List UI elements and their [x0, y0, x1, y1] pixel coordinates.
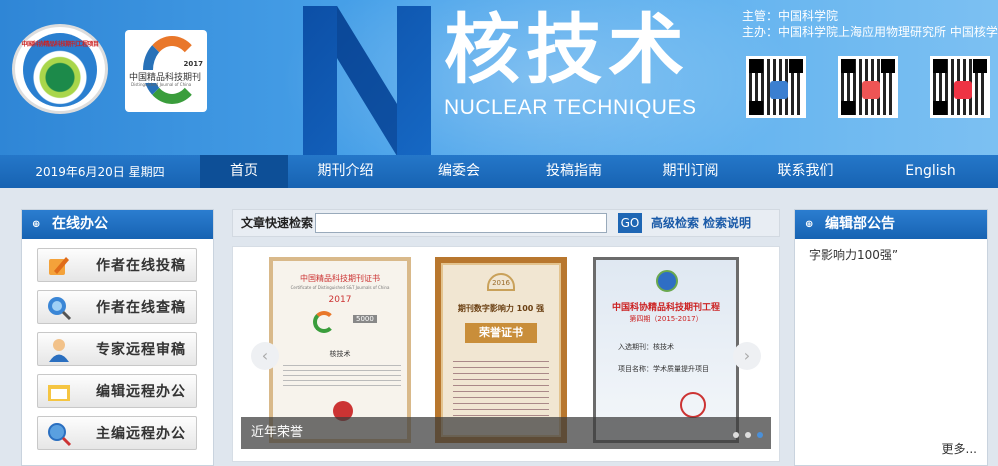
- nav-contact[interactable]: 联系我们: [748, 155, 863, 188]
- certificate-3: 中国科协精品科技期刊工程 第四期（2015-2017） 入选期刊：核技术 项目名…: [593, 257, 739, 443]
- notice-item[interactable]: 字影响力100强”: [809, 246, 898, 263]
- quick-search-bar: 文章快速检索 GO 高级检索 检索说明: [232, 209, 780, 237]
- expert-review-label: 专家远程审稿: [96, 342, 186, 358]
- cert2-body-text: [453, 361, 549, 421]
- notice-title: 编辑部公告: [825, 216, 895, 232]
- qr-badge-icon: [862, 81, 880, 99]
- search-globe-icon: [48, 297, 72, 321]
- slider-caption: 近年荣誉: [241, 417, 771, 449]
- arrow-icon: ⊕: [805, 219, 814, 230]
- online-office-title: 在线办公: [52, 216, 108, 232]
- nav-journal-intro[interactable]: 期刊介绍: [288, 155, 403, 188]
- honors-slider: 中国精品科技期刊证书 Certificate of Distinguished …: [232, 246, 780, 462]
- cert3-seal-icon: [680, 392, 706, 418]
- logo2-sub: Distinguished Journal of China: [131, 82, 192, 87]
- competent-authority: 主管：中国科学院: [742, 9, 839, 23]
- person-icon: [49, 339, 69, 362]
- search-input[interactable]: [315, 213, 607, 233]
- certificate-1: 中国精品科技期刊证书 Certificate of Distinguished …: [269, 257, 411, 443]
- author-query-button[interactable]: 作者在线查稿: [37, 290, 197, 324]
- header-banner: 中国科协精品科技期刊工程项目 2017 中国精品科技期刊 Distinguish…: [0, 0, 998, 155]
- logo2-year: 2017: [183, 60, 203, 68]
- notice-header: ⊕ 编辑部公告: [795, 210, 987, 239]
- certificate-2: 2016 期刊数字影响力 100 强 荣誉证书: [435, 257, 567, 443]
- cert2-year: 2016: [492, 279, 510, 287]
- slider-dot-1[interactable]: [733, 432, 739, 438]
- cert3-title: 中国科协精品科技期刊工程: [611, 303, 720, 313]
- cert1-year: 2017: [328, 295, 352, 305]
- author-query-label: 作者在线查稿: [96, 300, 186, 316]
- author-submit-label: 作者在线投稿: [96, 258, 186, 274]
- slider-next-button[interactable]: ›: [733, 342, 761, 370]
- qr-code-3-weibo: [930, 56, 990, 118]
- author-submit-button[interactable]: 作者在线投稿: [37, 248, 197, 282]
- pencil-icon: [49, 257, 69, 275]
- cert1-badge: 5000: [353, 315, 377, 323]
- search-go-button[interactable]: GO: [618, 213, 642, 233]
- cert2-honor: 荣誉证书: [465, 323, 537, 343]
- more-link[interactable]: 更多...: [942, 440, 977, 457]
- nav-editorial-board[interactable]: 编委会: [403, 155, 515, 188]
- cert2-title: 期刊数字影响力 100 强: [457, 304, 545, 313]
- search-help-link[interactable]: 检索说明: [703, 210, 751, 236]
- cert1-body-text: [283, 365, 401, 389]
- cert3-emblem-icon: [656, 270, 678, 292]
- logo1-text: 中国科协精品科技期刊工程项目: [21, 41, 99, 48]
- slider-prev-button[interactable]: ‹: [251, 342, 279, 370]
- cert1-sub: Certificate of Distinguished S&T Journal…: [290, 285, 390, 290]
- cert1-title: 中国精品科技期刊证书: [300, 274, 380, 283]
- sponsor-info: 主管：中国科学院 主办：中国科学院上海应用物理研究所 中国核学会: [742, 8, 998, 40]
- arrow-icon: ⊕: [32, 219, 41, 230]
- folder-icon: [48, 385, 70, 401]
- qr-code-2: [838, 56, 898, 118]
- page-root: 中国科协精品科技期刊工程项目 2017 中国精品科技期刊 Distinguish…: [0, 0, 998, 466]
- cert3-line1: 入选期刊：核技术: [618, 343, 674, 351]
- journal-title-cn: 核技术: [444, 5, 690, 94]
- qr-code-1: [746, 56, 806, 118]
- n-letter-logo-icon: [303, 6, 431, 155]
- sponsor-line: 主办：中国科学院上海应用物理研究所 中国核学会: [742, 25, 998, 39]
- chief-editor-office-button[interactable]: 主编远程办公: [37, 416, 197, 450]
- magnifier-icon: [48, 423, 72, 447]
- slider-dot-2[interactable]: [745, 432, 751, 438]
- main-nav: 2019年6月20日 星期四 首页 期刊介绍 编委会 投稿指南 期刊订阅 联系我…: [0, 155, 998, 188]
- journal-title-en: NUCLEAR TECHNIQUES: [444, 96, 697, 119]
- cert3-sub: 第四期（2015-2017）: [629, 315, 703, 323]
- nav-english[interactable]: English: [863, 155, 998, 188]
- cast-project-logo: 中国科协精品科技期刊工程项目: [12, 24, 108, 114]
- cert3-line2: 项目名称：学术质量提升项目: [618, 365, 709, 373]
- advanced-search-link[interactable]: 高级检索: [651, 210, 699, 236]
- cert1-journal-name: 核技术: [329, 350, 351, 358]
- expert-review-button[interactable]: 专家远程审稿: [37, 332, 197, 366]
- online-office-header: ⊕ 在线办公: [22, 210, 213, 239]
- editor-office-label: 编辑远程办公: [96, 384, 186, 400]
- weibo-icon: [954, 81, 972, 99]
- chief-editor-office-label: 主编远程办公: [96, 426, 186, 442]
- qr-badge-icon: [770, 81, 788, 99]
- slider-dot-3-active[interactable]: [757, 432, 763, 438]
- cert1-c-emblem-icon: [313, 311, 335, 333]
- nav-home[interactable]: 首页: [200, 155, 288, 188]
- quick-search-label: 文章快速检索: [241, 216, 314, 230]
- current-date: 2019年6月20日 星期四: [35, 165, 165, 179]
- editor-office-button[interactable]: 编辑远程办公: [37, 374, 197, 408]
- nav-submission-guide[interactable]: 投稿指南: [515, 155, 633, 188]
- distinguished-journal-logo: 2017 中国精品科技期刊 Distinguished Journal of C…: [125, 30, 207, 112]
- online-office-panel: ⊕ 在线办公 作者在线投稿 作者在线查稿 专家远程审稿 编辑远程办公 主编远程办…: [21, 209, 214, 466]
- nav-subscribe[interactable]: 期刊订阅: [633, 155, 748, 188]
- notice-panel: ⊕ 编辑部公告 字影响力100强” 更多...: [794, 209, 988, 466]
